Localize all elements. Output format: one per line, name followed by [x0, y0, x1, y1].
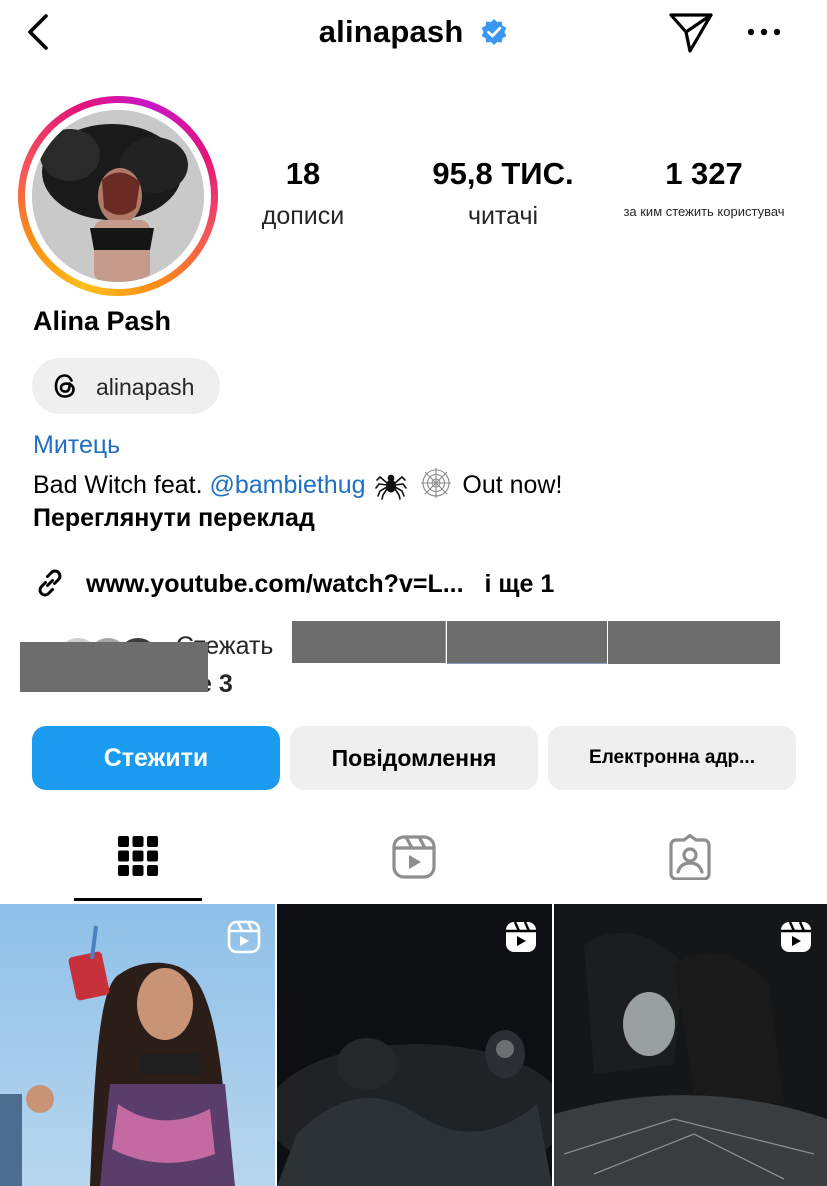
redaction-box — [608, 621, 780, 664]
grid-post-3[interactable] — [554, 904, 827, 1186]
verified-badge-icon — [481, 18, 507, 45]
profile-tabs — [0, 812, 827, 904]
avatar-photo — [32, 110, 204, 282]
username-label: alinapash — [318, 13, 464, 49]
threads-icon — [54, 374, 75, 398]
stat-following-label: за ким стежить користувач — [623, 204, 785, 219]
top-bar: alinapash — [0, 0, 827, 70]
bio-text: Bad Witch feat. — [33, 471, 203, 499]
profile-category: Митець — [33, 431, 121, 459]
profile-external-link[interactable]: www.youtube.com/watch?v=L... і ще 1 — [33, 566, 554, 600]
reel-badge-icon — [227, 920, 261, 954]
tab-tagged[interactable] — [552, 812, 827, 904]
reel-badge-icon — [506, 921, 536, 952]
more-options-button[interactable] — [744, 20, 784, 44]
tagged-icon — [668, 834, 711, 880]
threads-handle: alinapash — [96, 374, 195, 400]
redaction-box — [292, 621, 446, 663]
reel-badge-icon — [781, 921, 811, 952]
follow-button[interactable]: Стежити — [32, 726, 280, 790]
threads-profile-chip[interactable]: alinapash — [32, 358, 220, 414]
avatar[interactable] — [32, 110, 204, 282]
stat-posts[interactable]: 18 дописи — [243, 156, 363, 231]
link-more-count: і ще 1 — [484, 570, 555, 598]
followed-by-row[interactable]: Стежать е 3 — [20, 620, 800, 700]
redaction-box — [20, 642, 208, 692]
tab-reels[interactable] — [276, 812, 551, 904]
message-button[interactable]: Повідомлення — [290, 726, 538, 790]
email-button[interactable]: Електронна адр... — [548, 726, 796, 790]
stat-following[interactable]: 1 327 за ким стежить користувач — [608, 156, 800, 219]
link-url: www.youtube.com/watch?v=L... — [85, 570, 464, 598]
direct-message-button[interactable] — [668, 10, 714, 54]
active-tab-indicator — [74, 898, 202, 901]
stat-followers[interactable]: 95,8 ТИС. читачі — [413, 156, 593, 231]
stat-followers-value: 95,8 ТИС. — [432, 156, 574, 191]
stat-posts-value: 18 — [285, 156, 321, 191]
profile-full-name: Alina Pash — [33, 306, 172, 336]
tab-posts-grid[interactable] — [0, 812, 275, 904]
bio-text-suffix: Out now! — [462, 471, 563, 499]
grid-post-1[interactable] — [0, 904, 275, 1186]
profile-bio: Bad Witch feat. @bambiethug Out now! — [33, 466, 562, 500]
spider-web-emoji — [421, 468, 452, 498]
reels-icon — [391, 835, 436, 879]
stat-following-value: 1 327 — [665, 156, 743, 191]
redaction-box — [447, 621, 607, 664]
stat-posts-label: дописи — [261, 202, 345, 230]
grid-post-2[interactable] — [277, 904, 552, 1186]
grid-icon — [117, 836, 158, 876]
stat-followers-label: читачі — [467, 202, 539, 230]
paper-plane-icon — [669, 13, 713, 53]
see-translation-link[interactable]: Переглянути переклад — [33, 504, 315, 533]
posts-grid — [0, 904, 827, 1186]
spider-emoji — [375, 474, 408, 500]
bio-mention-link[interactable]: @bambiethug — [209, 471, 365, 499]
more-dots-icon — [747, 28, 781, 36]
link-icon — [38, 569, 62, 597]
story-ring[interactable] — [18, 96, 218, 296]
